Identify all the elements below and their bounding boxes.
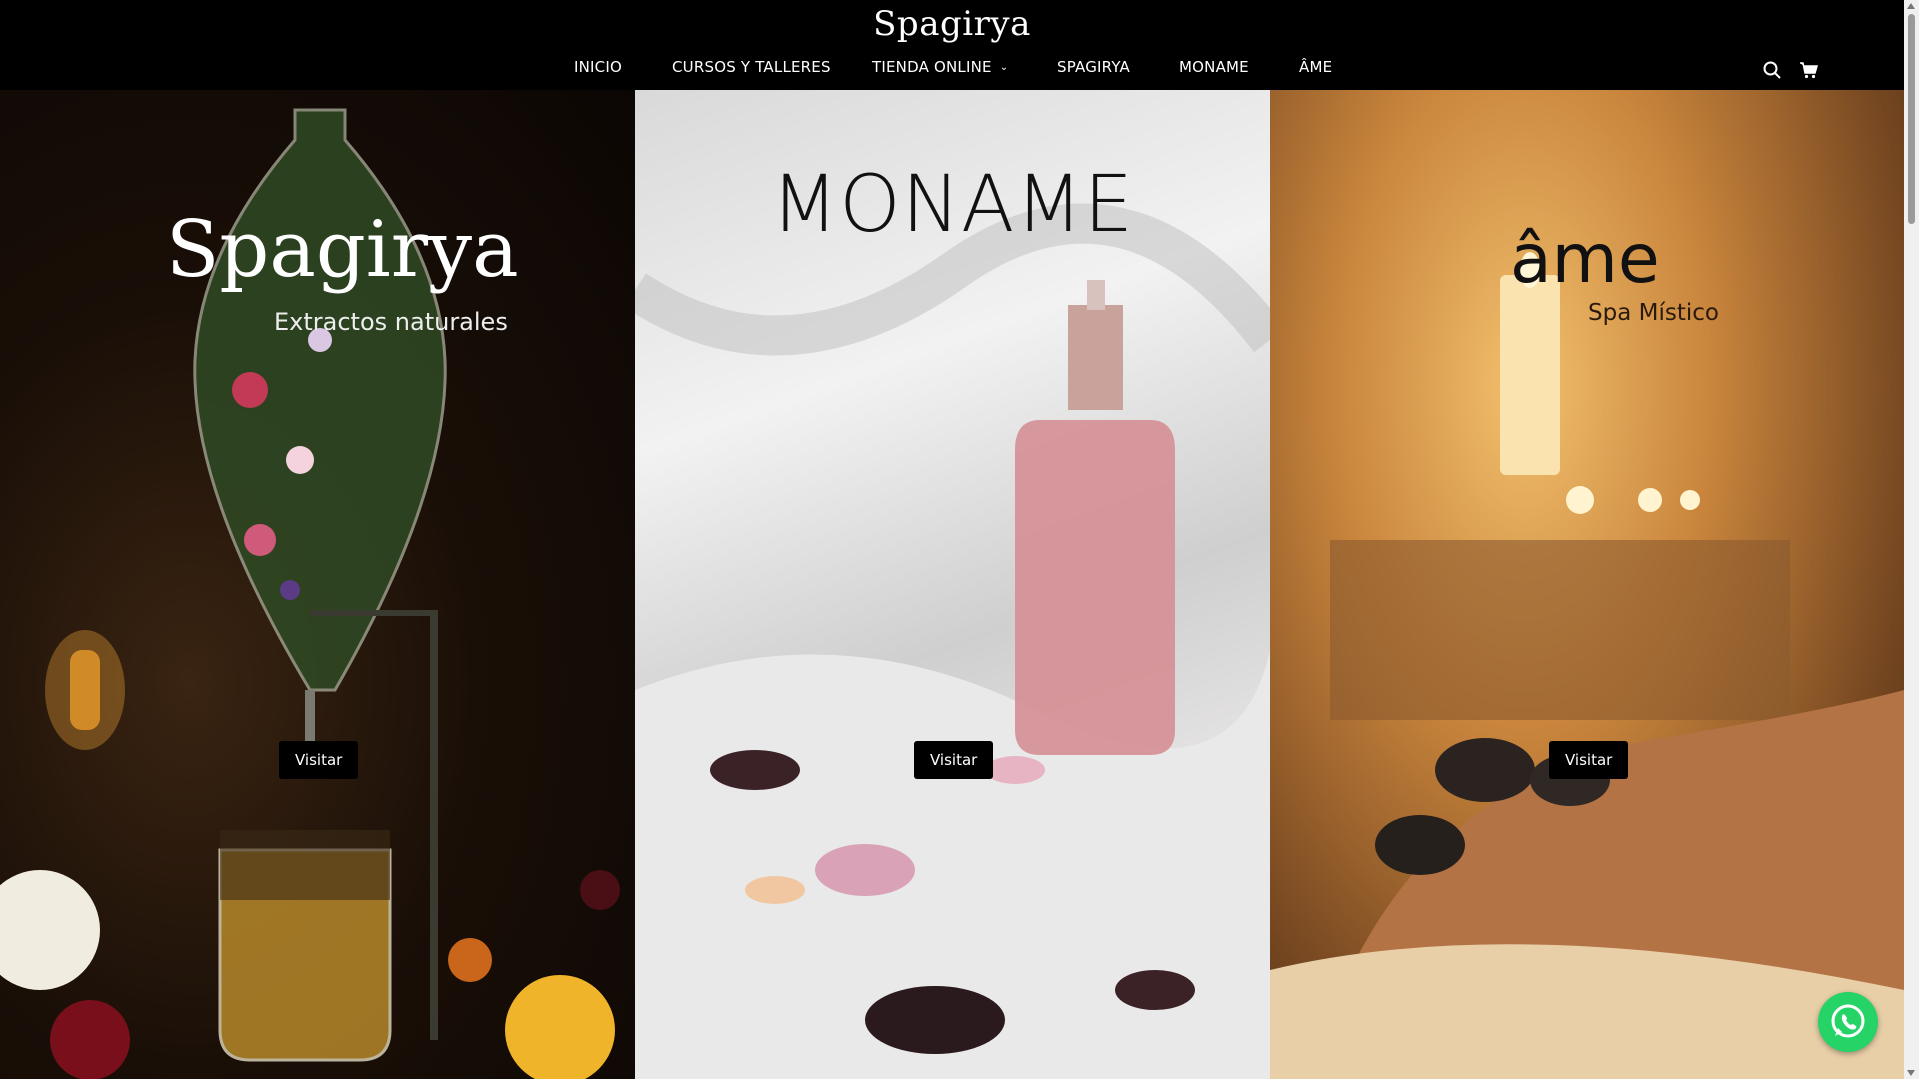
main-nav: INICIO CURSOS Y TALLERES TIENDA ONLINE ⌄ … <box>0 58 1904 82</box>
panel-ame: âme Spa Místico Visitar <box>1270 90 1904 1079</box>
nav-item-ame[interactable]: ÂME <box>1299 58 1332 76</box>
scrollbar-thumb[interactable] <box>1908 14 1915 224</box>
panel-spagirya: Spagirya Extractos naturales Visitar <box>0 90 635 1079</box>
whatsapp-icon <box>1831 1004 1865 1038</box>
search-icon[interactable] <box>1762 60 1782 80</box>
panel-title: MONAME <box>771 160 1134 250</box>
whatsapp-button[interactable] <box>1818 992 1878 1052</box>
nav-item-spagirya[interactable]: SPAGIRYA <box>1057 58 1130 76</box>
panel-title: Spagirya <box>166 205 519 295</box>
site-header: Spagirya INICIO CURSOS Y TALLERES TIENDA… <box>0 0 1904 90</box>
panel-subtitle: Extractos naturales <box>274 308 508 336</box>
panel-title: âme <box>1510 220 1660 299</box>
cart-icon[interactable] <box>1799 60 1819 80</box>
visit-moname-button[interactable]: Visitar <box>914 741 994 779</box>
site-logo[interactable]: Spagirya <box>0 4 1904 44</box>
header-actions <box>1762 60 1822 80</box>
visit-spagirya-button[interactable]: Visitar <box>279 741 359 779</box>
nav-item-inicio[interactable]: INICIO <box>574 58 622 76</box>
panel-subtitle: Spa Místico <box>1588 300 1719 326</box>
visit-ame-button[interactable]: Visitar <box>1549 741 1629 779</box>
panel-moname: MONAME Visitar <box>635 90 1270 1079</box>
scroll-up-arrow-icon[interactable] <box>1907 3 1915 9</box>
nav-item-moname[interactable]: MONAME <box>1179 58 1249 76</box>
scroll-down-arrow-icon[interactable] <box>1907 1070 1915 1076</box>
nav-item-cursos[interactable]: CURSOS Y TALLERES <box>672 58 831 76</box>
nav-item-tienda-online[interactable]: TIENDA ONLINE ⌄ <box>872 58 1008 76</box>
chevron-down-icon: ⌄ <box>999 62 1009 73</box>
page-scrollbar[interactable] <box>1904 0 1919 1079</box>
